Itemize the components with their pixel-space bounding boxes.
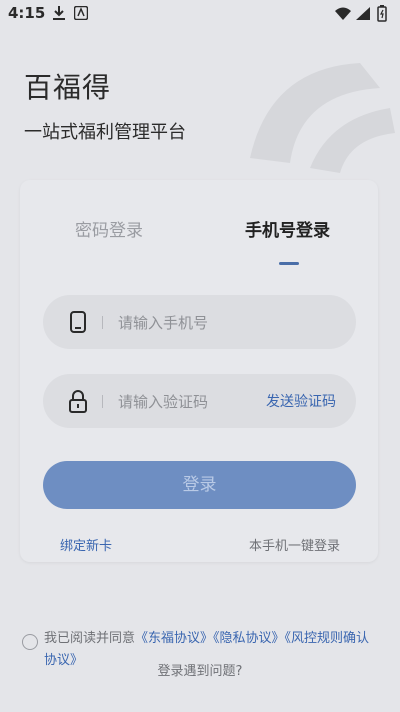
active-tab-indicator (279, 262, 299, 265)
agreement-link-service[interactable]: 《东福协议》 (135, 631, 213, 646)
signal-icon (356, 7, 370, 20)
field-divider (102, 316, 103, 329)
status-indicators (334, 5, 390, 27)
tab-password-login[interactable]: 密码登录 (75, 216, 143, 241)
lock-icon (67, 389, 89, 413)
login-help-link[interactable]: 登录遇到问题? (0, 660, 400, 679)
bind-new-card-link[interactable]: 绑定新卡 (60, 535, 112, 554)
battery-icon (377, 5, 387, 22)
field-divider (102, 395, 103, 408)
background-logo-watermark (250, 63, 395, 173)
login-button[interactable]: 登录 (43, 461, 356, 509)
status-time: 4:15 (8, 4, 46, 22)
status-bar: 4:15 (0, 0, 400, 28)
wifi-icon (335, 7, 351, 20)
code-field[interactable]: 发送验证码 (43, 374, 356, 428)
login-card: 密码登录 手机号登录 发送验证码 登录 绑定新卡 本手机一键登录 (20, 180, 378, 562)
phone-field[interactable] (43, 295, 356, 349)
code-input[interactable] (118, 391, 278, 413)
download-icon (52, 5, 66, 25)
brand-title: 百福得 (24, 71, 112, 104)
notification-app-icon (73, 5, 89, 24)
agreement-prefix: 我已阅读并同意 (44, 631, 136, 646)
brand-subtitle: 一站式福利管理平台 (24, 122, 186, 143)
send-code-button[interactable]: 发送验证码 (266, 391, 336, 411)
one-key-login-link[interactable]: 本手机一键登录 (249, 535, 340, 554)
phone-icon (67, 310, 89, 334)
tab-phone-login[interactable]: 手机号登录 (245, 216, 330, 241)
agreement-link-privacy[interactable]: 《隐私协议》 (213, 631, 285, 646)
agreement-checkbox[interactable] (22, 634, 38, 650)
phone-input[interactable] (118, 312, 278, 334)
